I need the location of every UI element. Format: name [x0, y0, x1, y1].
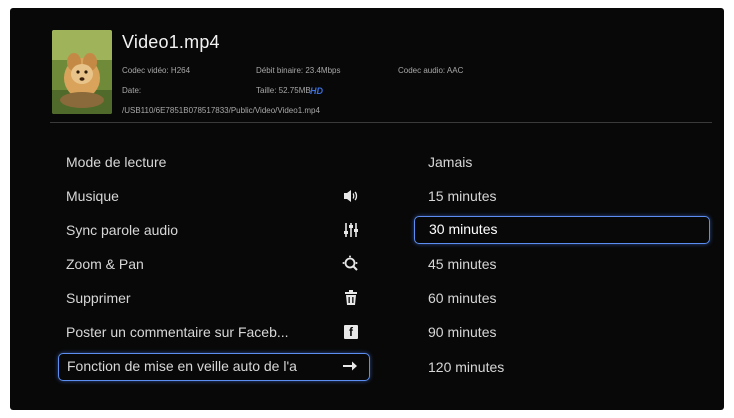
hd-badge: HD	[310, 86, 323, 96]
menu-item-label: Poster un commentaire sur Faceb...	[66, 324, 289, 340]
bitrate: Débit binaire: 23.4Mbps	[256, 66, 341, 75]
option-never[interactable]: Jamais	[414, 148, 710, 176]
menu-item-delete[interactable]: Supprimer	[58, 284, 370, 312]
menu-item-playback-mode[interactable]: Mode de lecture	[58, 148, 370, 176]
option-45-minutes[interactable]: 45 minutes	[414, 250, 710, 278]
option-90-minutes[interactable]: 90 minutes	[414, 318, 710, 346]
sliders-icon	[342, 221, 360, 239]
menu-item-auto-sleep[interactable]: Fonction de mise en veille auto de l'a	[58, 353, 370, 381]
codec-video: Codec vidéo: H264	[122, 66, 191, 75]
codec-audio: Codec audio: AAC	[398, 66, 464, 75]
menu-item-label: Mode de lecture	[66, 154, 167, 170]
menu-item-music[interactable]: Musique	[58, 182, 370, 210]
menu-item-zoom-pan[interactable]: Zoom & Pan	[58, 250, 370, 278]
menu-item-label: Supprimer	[66, 290, 131, 306]
menu-item-audio-sync[interactable]: Sync parole audio	[58, 216, 370, 244]
menu-item-facebook-comment[interactable]: Poster un commentaire sur Faceb... f	[58, 318, 370, 346]
option-120-minutes[interactable]: 120 minutes	[414, 353, 710, 381]
date-label: Date:	[122, 86, 142, 95]
option-15-minutes[interactable]: 15 minutes	[414, 182, 710, 210]
file-size: Taille: 52.75MB	[256, 86, 311, 95]
trash-icon	[342, 289, 360, 307]
menu-item-label: Musique	[66, 188, 119, 204]
file-path: /USB110/6E7851B078517833/Public/Video/Vi…	[122, 106, 320, 115]
menu-item-label: Sync parole audio	[66, 222, 179, 238]
speaker-icon	[342, 187, 360, 205]
video-thumbnail	[52, 30, 112, 114]
menu-item-label: Zoom & Pan	[66, 256, 144, 272]
media-info-screen: Video1.mp4 Codec vidéo: H264 Débit binai…	[10, 8, 724, 410]
zoom-icon	[342, 255, 360, 273]
header-divider	[50, 122, 712, 123]
facebook-icon: f	[342, 323, 360, 341]
option-60-minutes[interactable]: 60 minutes	[414, 284, 710, 312]
video-title: Video1.mp4	[122, 32, 220, 52]
option-30-minutes[interactable]: 30 minutes	[414, 216, 710, 244]
menu-item-label: Fonction de mise en veille auto de l'a	[67, 358, 297, 374]
arrow-right-icon	[341, 357, 359, 375]
